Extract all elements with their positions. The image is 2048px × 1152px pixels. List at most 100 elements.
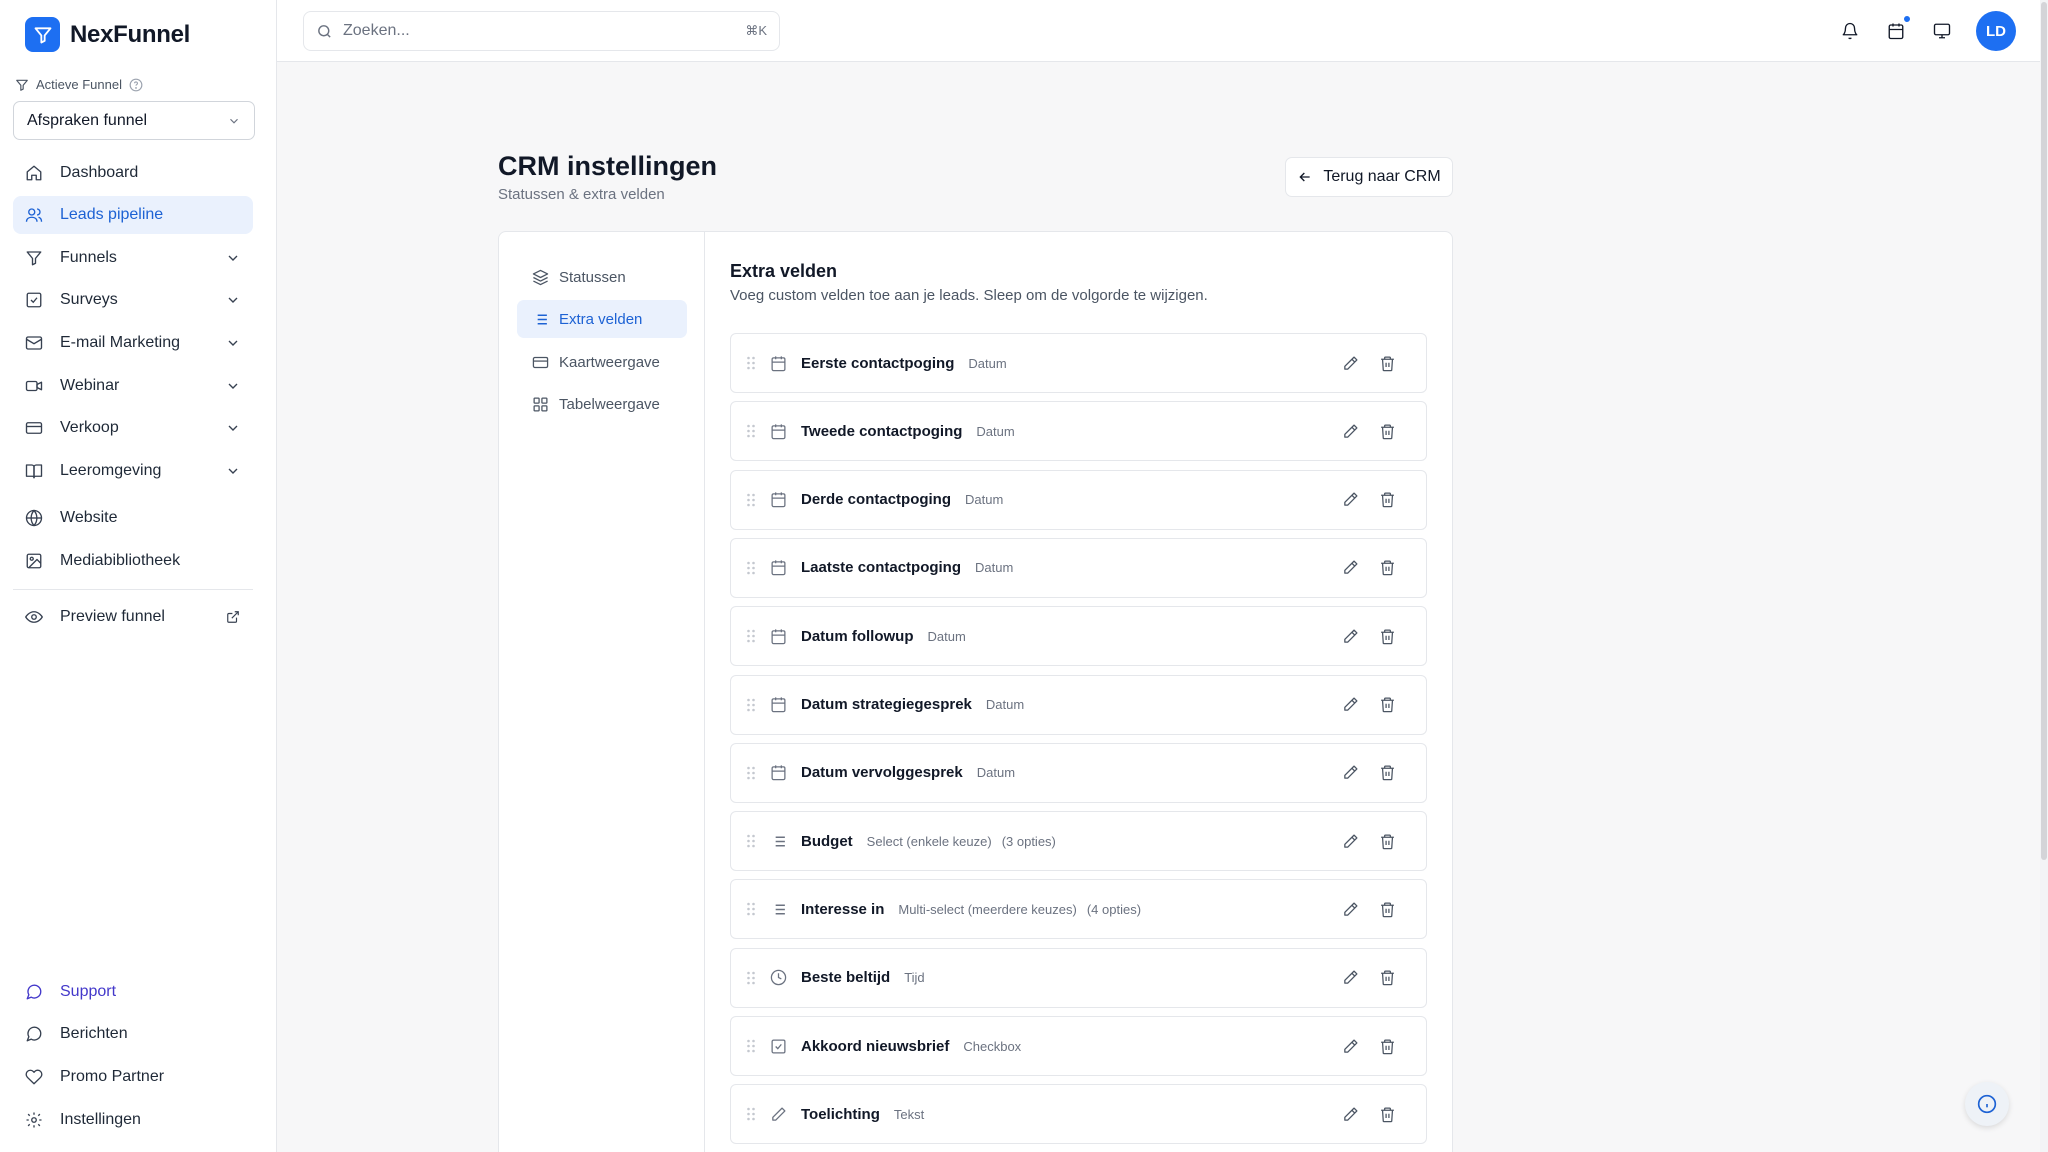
field-row[interactable]: Datum strategiegesprek Datum	[730, 674, 1427, 735]
drag-handle-icon[interactable]	[745, 424, 757, 438]
edit-icon[interactable]	[1340, 626, 1360, 646]
section-description: Voeg custom velden toe aan je leads. Sle…	[730, 287, 1208, 304]
active-funnel-select[interactable]: Afspraken funnel	[13, 101, 255, 140]
sidebar-item-website[interactable]: Website	[13, 499, 253, 537]
layers-icon	[532, 269, 549, 286]
trash-icon[interactable]	[1377, 1036, 1397, 1056]
sidebar-item-leads-pipeline[interactable]: Leads pipeline	[13, 196, 253, 234]
search-box[interactable]: ⌘K	[303, 11, 780, 51]
edit-icon[interactable]	[1340, 421, 1360, 441]
field-type: Select (enkele keuze)	[866, 833, 992, 849]
page-subtitle: Statussen & extra velden	[498, 186, 665, 203]
drag-handle-icon[interactable]	[745, 561, 757, 575]
search-input[interactable]	[343, 22, 736, 40]
field-row[interactable]: Toelichting Tekst	[730, 1084, 1427, 1145]
field-option-count: (3 opties)	[1001, 833, 1056, 849]
edit-icon[interactable]	[1340, 558, 1360, 578]
edit-icon[interactable]	[1340, 695, 1360, 715]
trash-icon[interactable]	[1377, 899, 1397, 919]
edit-icon[interactable]	[1340, 1104, 1360, 1124]
sidebar-item-mediabibliotheek[interactable]: Mediabibliotheek	[13, 542, 253, 580]
field-type: Datum	[965, 492, 1004, 508]
row-actions	[1340, 763, 1397, 783]
settings-tab-statussen[interactable]: Statussen	[517, 258, 687, 296]
chevron-down-icon	[224, 249, 242, 267]
edit-icon[interactable]	[1340, 763, 1360, 783]
field-type: Multi-select (meerdere keuzes)	[898, 901, 1077, 917]
brand[interactable]: NexFunnel	[25, 17, 190, 52]
edit-icon[interactable]	[1340, 899, 1360, 919]
external-link-icon	[224, 608, 242, 626]
sidebar-item-verkoop[interactable]: Verkoop	[13, 409, 253, 447]
calendar-icon	[769, 354, 787, 372]
drag-handle-icon[interactable]	[745, 971, 757, 985]
trash-icon[interactable]	[1377, 831, 1397, 851]
settings-tab-extra-velden[interactable]: Extra velden	[517, 300, 687, 338]
trash-icon[interactable]	[1377, 695, 1397, 715]
back-to-crm-button[interactable]: Terug naar CRM	[1285, 157, 1453, 197]
monitor-icon[interactable]	[1930, 19, 1954, 43]
sidebar-item-leeromgeving[interactable]: Leeromgeving	[13, 452, 253, 490]
field-row[interactable]: Datum vervolggesprek Datum	[730, 742, 1427, 803]
drag-handle-icon[interactable]	[745, 356, 757, 370]
edit-icon[interactable]	[1340, 968, 1360, 988]
sidebar-item-funnels[interactable]: Funnels	[13, 239, 253, 277]
avatar[interactable]: LD	[1976, 11, 2016, 51]
field-row[interactable]: Derde contactpoging Datum	[730, 469, 1427, 530]
sidebar-item-surveys[interactable]: Surveys	[13, 281, 253, 319]
trash-icon[interactable]	[1377, 558, 1397, 578]
field-row[interactable]: Akkoord nieuwsbrief Checkbox	[730, 1016, 1427, 1076]
field-row[interactable]: Tweede contactpoging Datum	[730, 401, 1427, 462]
drag-handle-icon[interactable]	[745, 902, 757, 916]
edit-icon[interactable]	[1340, 831, 1360, 851]
row-actions	[1340, 831, 1397, 851]
field-name: Tweede contactpoging	[801, 422, 963, 440]
trash-icon[interactable]	[1377, 353, 1397, 373]
drag-handle-icon[interactable]	[745, 493, 757, 507]
bell-icon[interactable]	[1838, 19, 1862, 43]
sidebar-item-webinar[interactable]: Webinar	[13, 367, 253, 405]
field-row[interactable]: Budget Select (enkele keuze) (3 opties)	[730, 811, 1427, 872]
trash-icon[interactable]	[1377, 968, 1397, 988]
sidebar-item-preview-funnel[interactable]: Preview funnel	[13, 598, 253, 636]
drag-handle-icon[interactable]	[745, 766, 757, 780]
field-row[interactable]: Eerste contactpoging Datum	[730, 333, 1427, 393]
sidebar-item-promo-partner[interactable]: Promo Partner	[13, 1058, 253, 1096]
drag-handle-icon[interactable]	[745, 834, 757, 848]
trash-icon[interactable]	[1377, 421, 1397, 441]
page-scrollbar[interactable]	[2040, 0, 2048, 1152]
calendar-icon[interactable]	[1884, 14, 1912, 43]
sidebar-item-instellingen[interactable]: Instellingen	[13, 1101, 253, 1139]
field-type: Checkbox	[963, 1038, 1022, 1054]
scrollbar-thumb[interactable]	[2041, 2, 2047, 860]
trash-icon[interactable]	[1377, 626, 1397, 646]
trash-icon[interactable]	[1377, 763, 1397, 783]
drag-handle-icon[interactable]	[745, 1107, 757, 1121]
help-circle-icon[interactable]	[129, 78, 143, 92]
field-row[interactable]: Interesse in Multi-select (meerdere keuze…	[730, 879, 1427, 940]
drag-handle-icon[interactable]	[745, 629, 757, 643]
row-actions	[1340, 1036, 1397, 1056]
field-row[interactable]: Beste beltijd Tijd	[730, 947, 1427, 1008]
page-title: CRM instellingen	[498, 151, 718, 181]
sidebar-item-dashboard[interactable]: Dashboard	[13, 154, 253, 192]
drag-handle-icon[interactable]	[745, 698, 757, 712]
edit-icon[interactable]	[1340, 1036, 1360, 1056]
field-row[interactable]: Datum followup Datum	[730, 606, 1427, 667]
field-row[interactable]: Laatste contactpoging Datum	[730, 537, 1427, 598]
settings-tab-tabelweergave[interactable]: Tabelweergave	[517, 385, 687, 423]
trash-icon[interactable]	[1377, 1104, 1397, 1124]
row-actions	[1340, 968, 1397, 988]
settings-tab-kaartweergave[interactable]: Kaartweergave	[517, 343, 687, 381]
edit-icon[interactable]	[1340, 353, 1360, 373]
calendar-icon	[769, 491, 787, 509]
drag-handle-icon[interactable]	[745, 1039, 757, 1053]
sidebar-item-support[interactable]: Support	[13, 973, 253, 1011]
trash-icon[interactable]	[1377, 490, 1397, 510]
sidebar-item-email-marketing[interactable]: E-mail Marketing	[13, 324, 253, 362]
sidebar-item-berichten[interactable]: Berichten	[13, 1015, 253, 1053]
info-button[interactable]	[1965, 1082, 2009, 1126]
settings-card: Statussen Extra velden Kaartweergave Tab…	[498, 231, 1453, 1152]
field-name: Toelichting	[801, 1105, 880, 1123]
edit-icon[interactable]	[1340, 490, 1360, 510]
